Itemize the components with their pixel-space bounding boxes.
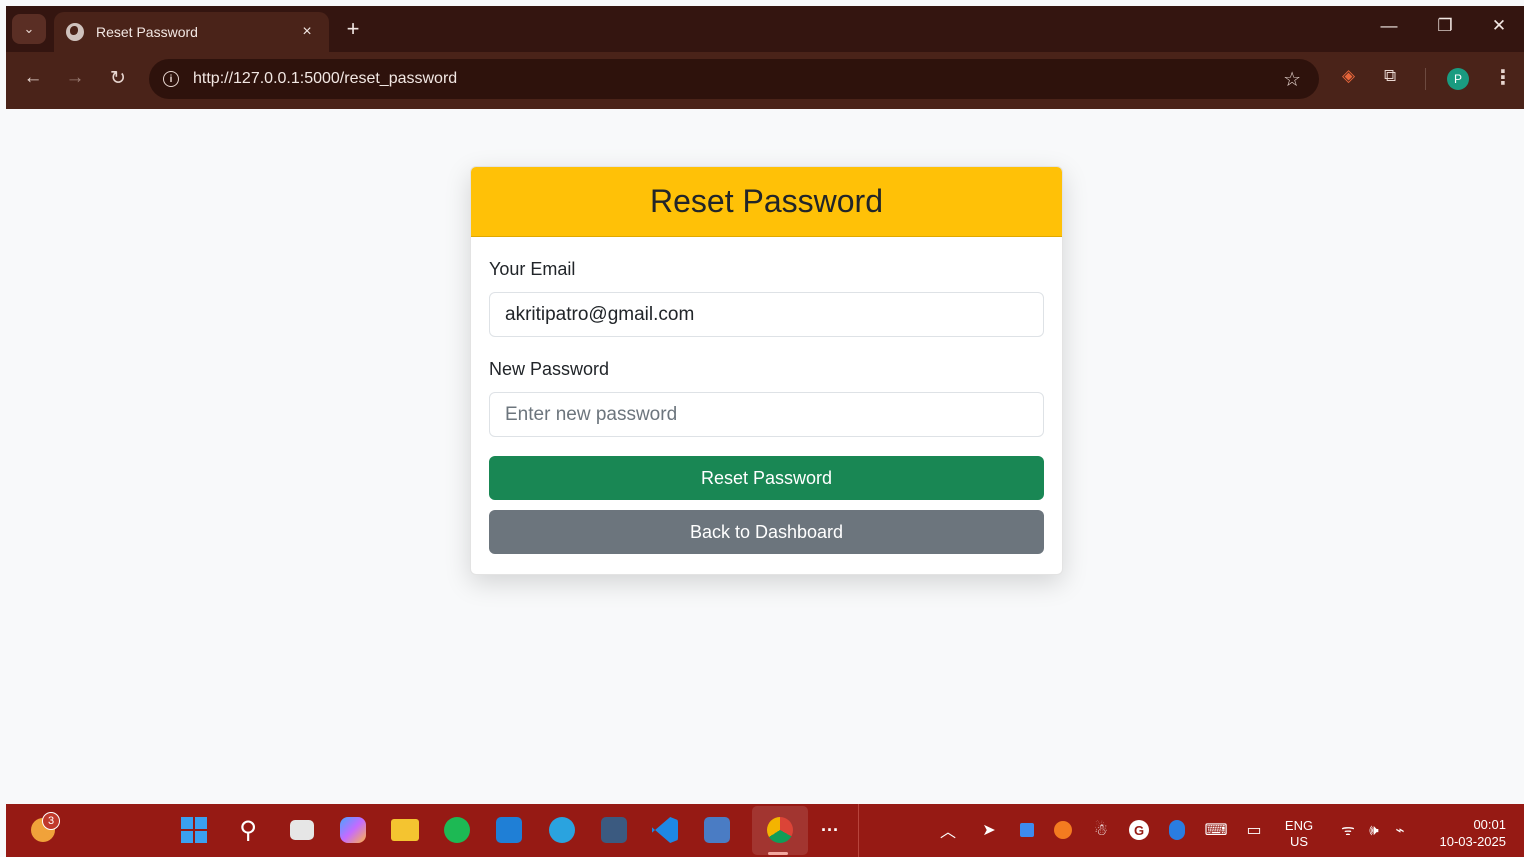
restore-icon[interactable]: ❐ [1430,16,1460,36]
password-label: New Password [489,359,610,379]
extension-icon[interactable]: ◈ [1342,66,1355,86]
new-tab-button[interactable]: + [340,16,366,42]
email-label: Your Email [489,259,576,279]
clock-date: 10-03-2025 [1439,834,1507,849]
search-icon[interactable]: ⚲ [234,817,262,844]
copilot-icon[interactable] [339,817,367,843]
bluetooth-icon[interactable] [1166,817,1188,843]
vscode-icon[interactable] [651,817,679,843]
globe-icon [66,23,84,41]
tab-title: Reset Password [96,24,198,40]
notification-badge: 3 [42,812,60,830]
spotify-icon[interactable] [443,817,471,843]
language-secondary: US [1289,834,1309,849]
chrome-icon[interactable] [766,817,794,843]
prime-video-icon[interactable] [495,817,523,843]
grammarly-icon[interactable]: G [1128,817,1150,843]
reset-password-card: Reset Password Your Email New Password R… [470,166,1063,575]
battery-icon[interactable]: ⌁ [1388,817,1412,843]
new-password-field[interactable] [489,392,1044,437]
chevron-up-icon[interactable]: ︿ [938,817,958,843]
menu-kebab-icon[interactable]: ⋮ [1493,65,1513,90]
telegram-tray-icon[interactable]: ➤ [978,817,1000,843]
tray-app-icon[interactable] [1016,817,1038,843]
taskbar-divider [858,804,859,857]
volume-icon[interactable]: 🕪 [1362,817,1386,843]
bookmark-star-icon[interactable]: ☆ [1283,67,1301,92]
back-to-dashboard-button[interactable]: Back to Dashboard [489,510,1044,554]
language-primary: ENG [1284,818,1314,833]
tab-strip: ⌄ Reset Password × + — ❐ ✕ [6,6,1524,52]
address-bar[interactable]: i http://127.0.0.1:5000/reset_password ☆ [149,59,1319,99]
profile-avatar[interactable]: P [1447,68,1469,90]
extensions-puzzle-icon[interactable]: ⧉ [1384,66,1396,86]
clock-time: 00:01 [1473,817,1506,832]
file-explorer-icon[interactable] [390,817,420,843]
tablet-icon[interactable]: ▭ [1242,817,1266,843]
tab-reset-password[interactable]: Reset Password × [54,12,329,52]
keyboard-icon[interactable]: ⌨ [1204,817,1228,843]
avast-icon[interactable] [1052,817,1074,843]
site-info-icon[interactable]: i [163,71,179,87]
language-indicator[interactable]: ENG US [1281,818,1317,850]
windows-start-icon[interactable] [180,817,208,843]
toolbar-divider [1425,68,1426,90]
email-group: Your Email [489,259,1044,337]
url-text[interactable]: http://127.0.0.1:5000/reset_password [193,70,457,88]
reset-password-button[interactable]: Reset Password [489,456,1044,500]
card-header: Reset Password [471,167,1062,237]
more-apps-icon[interactable]: ··· [816,817,844,843]
telegram-icon[interactable] [548,817,576,843]
chevron-down-icon: ⌄ [23,21,35,36]
wifi-icon[interactable]: ᯤ [1336,817,1360,843]
page-title: Reset Password [650,183,883,219]
reset-password-form: Your Email New Password Reset Password B… [471,237,1062,572]
browser-toolbar: ← → ↻ i http://127.0.0.1:5000/reset_pass… [6,52,1524,109]
tab-search-button[interactable]: ⌄ [12,14,46,44]
task-view-icon[interactable] [288,817,316,843]
user-tray-icon[interactable]: ☃ [1090,817,1112,843]
tab-close-icon[interactable]: × [297,23,317,41]
taskbar: 3 ⚲ ··· ︿ ➤ ☃ G ⌨ ▭ ENG US ᯤ 🕪 ⌁ 00:01 1… [6,804,1524,857]
active-app-indicator [768,852,788,855]
email-field[interactable] [489,292,1044,337]
browser-window: ⌄ Reset Password × + — ❐ ✕ ← → ↻ i http:… [6,6,1524,109]
back-arrow-icon[interactable]: ← [20,67,46,89]
minimize-icon[interactable]: — [1374,16,1404,36]
mysql-workbench-icon[interactable] [600,817,628,843]
reload-icon[interactable]: ↻ [105,67,131,90]
close-window-icon[interactable]: ✕ [1484,16,1514,36]
visual-studio-icon[interactable] [703,817,731,843]
password-group: New Password [489,359,1044,437]
forward-arrow-icon[interactable]: → [62,67,88,89]
clock[interactable]: 00:01 10-03-2025 [1422,816,1507,850]
